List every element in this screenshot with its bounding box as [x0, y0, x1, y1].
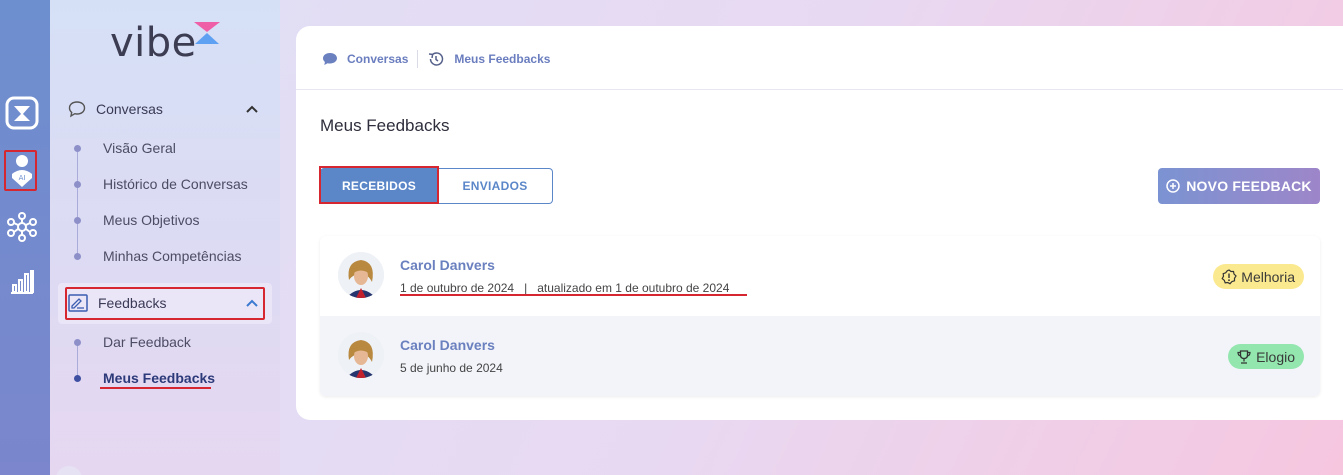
- badge-label: Melhoria: [1241, 268, 1295, 285]
- feedback-author[interactable]: Carol Danvers: [400, 337, 495, 353]
- status-badge: Elogio: [1228, 344, 1304, 369]
- nav-connector-line: [77, 342, 78, 378]
- breadcrumb-item-conversas[interactable]: Conversas: [322, 52, 408, 66]
- tab-recebidos[interactable]: RECEBIDOS: [319, 166, 439, 204]
- feedback-list: Carol Danvers 1 de outubro de 2024 | atu…: [320, 236, 1320, 396]
- nav-dot-active: [74, 375, 81, 382]
- logo-mark-icon: [194, 22, 220, 44]
- tab-label: ENVIADOS: [462, 179, 528, 193]
- improvement-icon: [1221, 268, 1238, 284]
- chat-bubble-icon: [68, 101, 86, 118]
- avatar: [338, 332, 384, 378]
- page-title: Meus Feedbacks: [320, 116, 450, 135]
- history-icon: [429, 52, 444, 66]
- breadcrumb-label: Meus Feedbacks: [454, 52, 551, 66]
- feedback-updated: atualizado em 1 de outubro de 2024: [537, 281, 730, 295]
- feedback-date: 1 de outubro de 2024: [400, 281, 515, 295]
- date-separator: |: [524, 281, 528, 295]
- nav-connector-line: [77, 148, 78, 258]
- trophy-icon: [1237, 349, 1251, 364]
- list-item[interactable]: Carol Danvers 5 de junho de 2024 Elogio: [320, 316, 1320, 396]
- tab-enviados[interactable]: ENVIADOS: [438, 168, 553, 204]
- feedbacks-highlight: [65, 287, 265, 320]
- chat-bubble-icon: [323, 53, 337, 65]
- app-logo: vibe: [110, 20, 197, 66]
- new-feedback-label: NOVO FEEDBACK: [1186, 178, 1312, 194]
- sidebar-item-visao-geral[interactable]: Visão Geral: [103, 140, 176, 156]
- nav-section-label: Conversas: [96, 101, 163, 117]
- breadcrumb: Conversas Meus Feedbacks: [322, 50, 550, 68]
- analytics-icon[interactable]: [5, 265, 39, 299]
- nav-dot: [74, 145, 81, 152]
- list-item[interactable]: Carol Danvers 1 de outubro de 2024 | atu…: [320, 236, 1320, 316]
- network-icon[interactable]: [5, 210, 39, 244]
- nav-dot: [74, 217, 81, 224]
- breadcrumb-separator: [417, 50, 419, 68]
- tab-highlight: [319, 166, 439, 204]
- badge-label: Elogio: [1256, 348, 1295, 365]
- vibe-logo-icon[interactable]: [5, 96, 39, 130]
- sidebar-item-meus-feedbacks[interactable]: Meus Feedbacks: [103, 370, 215, 386]
- breadcrumb-item-meus-feedbacks[interactable]: Meus Feedbacks: [427, 50, 550, 68]
- sidebar-item-historico-conversas[interactable]: Histórico de Conversas: [103, 176, 248, 192]
- main-card: Conversas Meus Feedbacks Meus Feedbacks …: [296, 26, 1343, 420]
- dates-underline: [400, 294, 747, 296]
- sidebar-item-minhas-competencias[interactable]: Minhas Competências: [103, 248, 242, 264]
- nav-section-conversas[interactable]: Conversas: [68, 100, 163, 118]
- nav-dot: [74, 181, 81, 188]
- feedback-author[interactable]: Carol Danvers: [400, 257, 495, 273]
- sidebar: vibe Conversas Visão Geral Histórico de …: [50, 0, 280, 475]
- nav-dot: [74, 339, 81, 346]
- header-divider: [296, 89, 1343, 90]
- chevron-up-icon[interactable]: [245, 104, 259, 114]
- active-item-underline: [100, 387, 211, 389]
- plus-circle-icon: [1166, 179, 1180, 193]
- feedback-tabs: RECEBIDOS ENVIADOS: [319, 166, 553, 204]
- app-rail: AI: [0, 0, 50, 475]
- feedback-date: 5 de junho de 2024: [400, 361, 503, 375]
- avatar: [338, 252, 384, 298]
- sidebar-item-dar-feedback[interactable]: Dar Feedback: [103, 334, 191, 350]
- feedback-dates: 5 de junho de 2024: [400, 361, 503, 375]
- nav-dot: [74, 253, 81, 260]
- breadcrumb-label: Conversas: [347, 52, 409, 66]
- sidebar-item-meus-objetivos[interactable]: Meus Objetivos: [103, 212, 199, 228]
- feedback-dates: 1 de outubro de 2024 | atualizado em 1 d…: [400, 281, 729, 295]
- status-badge: Melhoria: [1213, 264, 1304, 289]
- ai-user-highlight: [4, 150, 37, 191]
- new-feedback-button[interactable]: NOVO FEEDBACK: [1158, 168, 1320, 204]
